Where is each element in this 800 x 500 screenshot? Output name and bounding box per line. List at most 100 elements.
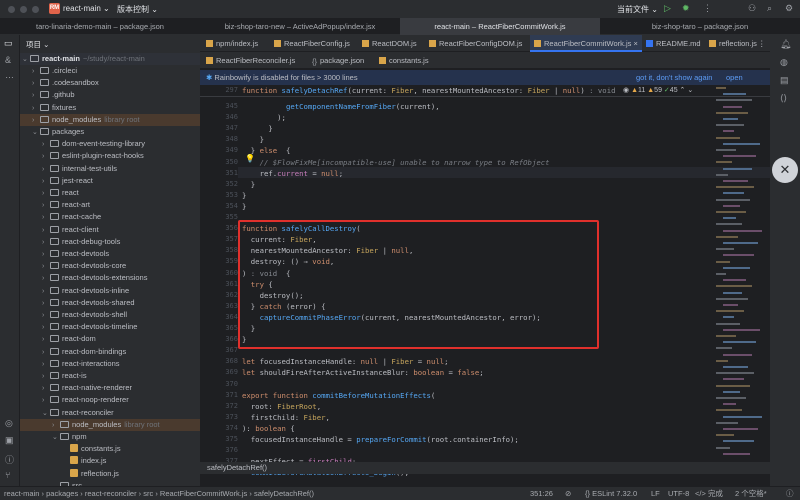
- chevron-icon[interactable]: ›: [32, 115, 40, 127]
- tree-item[interactable]: › react-cache: [20, 211, 200, 223]
- code-line[interactable]: root: FiberRoot,: [242, 401, 321, 412]
- indent-setting[interactable]: 2 个空格*: [735, 487, 767, 500]
- structure-icon[interactable]: &: [5, 55, 11, 65]
- more-icon[interactable]: ⋮: [703, 3, 712, 14]
- code-line[interactable]: let shouldFireAfterActiveInstanceBlur: b…: [242, 367, 484, 378]
- chevron-icon[interactable]: ›: [32, 103, 40, 115]
- lightbulb-icon[interactable]: 💡: [245, 154, 255, 163]
- minimap[interactable]: [712, 87, 766, 462]
- chevron-icon[interactable]: ›: [42, 310, 50, 322]
- chevron-icon[interactable]: ›: [32, 90, 40, 102]
- run-icon[interactable]: ▷: [664, 3, 671, 14]
- close-window-button[interactable]: [8, 6, 15, 13]
- tree-item[interactable]: › .circleci: [20, 65, 200, 77]
- chevron-icon[interactable]: ›: [42, 212, 50, 224]
- tree-item[interactable]: ⌄ packages: [20, 126, 200, 138]
- sticky-scroll-line[interactable]: 297 function safelyDetachRef(current: Fi…: [200, 85, 770, 97]
- inspection-widget[interactable]: ◉ ▲11 ▲59 ✓45 ⌃ ⌄: [623, 86, 693, 94]
- dismiss-banner-link[interactable]: got it, don't show again: [636, 70, 712, 85]
- tree-item[interactable]: › react-debug-tools: [20, 236, 200, 248]
- file-encoding[interactable]: UTF-8: [668, 487, 689, 500]
- code-line[interactable]: ): boolean {: [242, 423, 295, 434]
- chevron-icon[interactable]: ›: [42, 188, 50, 200]
- editor-tab[interactable]: constants.js: [375, 52, 433, 69]
- editor-tab[interactable]: ReactDOM.js: [358, 35, 421, 52]
- tree-item[interactable]: › dom-event-testing-library: [20, 138, 200, 150]
- code-line[interactable]: }: [242, 201, 246, 212]
- code-line[interactable]: getComponentNameFromFiber(current),: [242, 101, 440, 112]
- code-line[interactable]: firstChild: Fiber,: [242, 412, 330, 423]
- breadcrumb-item[interactable]: ReactFiberCommitWork.js: [160, 489, 247, 498]
- services-icon[interactable]: ◎: [5, 418, 13, 429]
- debug-icon[interactable]: ✹: [682, 3, 690, 14]
- tree-item[interactable]: › react-devtools-core: [20, 260, 200, 272]
- code-line[interactable]: ref.current = null;: [242, 168, 344, 179]
- tree-item[interactable]: › jest-react: [20, 175, 200, 187]
- code-line[interactable]: }: [242, 134, 264, 145]
- tree-item[interactable]: › react-dom-bindings: [20, 346, 200, 358]
- chevron-icon[interactable]: ⌄: [52, 432, 60, 444]
- tree-item[interactable]: ⌄ react-reconciler: [20, 407, 200, 419]
- cursor-position[interactable]: 351:26: [530, 487, 553, 500]
- tree-item[interactable]: › react-interactions: [20, 358, 200, 370]
- tree-item[interactable]: › react-devtools-shared: [20, 297, 200, 309]
- editor-tab[interactable]: ReactFiberConfig.js: [270, 35, 354, 52]
- chevron-icon[interactable]: ›: [42, 322, 50, 334]
- tree-item[interactable]: › react-native-renderer: [20, 382, 200, 394]
- tree-item[interactable]: › react-devtools-inline: [20, 285, 200, 297]
- chevron-icon[interactable]: ⌄: [42, 408, 50, 420]
- chevron-icon[interactable]: ›: [42, 395, 50, 407]
- breadcrumb-item[interactable]: react-main: [4, 489, 39, 498]
- problems-icon[interactable]: ⓘ: [5, 453, 14, 466]
- editor-tab[interactable]: ReactFiberConfigDOM.js: [425, 35, 526, 52]
- tree-item[interactable]: › .github: [20, 89, 200, 101]
- breadcrumb-item[interactable]: src: [143, 489, 153, 498]
- chevron-icon[interactable]: ›: [42, 261, 50, 273]
- git-icon[interactable]: ⑂: [5, 470, 10, 480]
- tree-item[interactable]: › .codesandbox: [20, 77, 200, 89]
- tree-item[interactable]: › internal-test-utils: [20, 163, 200, 175]
- editor-tab[interactable]: npm/index.js: [202, 35, 262, 52]
- maximize-window-button[interactable]: [32, 6, 39, 13]
- chevron-icon[interactable]: ›: [42, 383, 50, 395]
- tree-item[interactable]: › node_modules library root: [20, 418, 200, 432]
- minimize-window-button[interactable]: [20, 6, 27, 13]
- tree-item[interactable]: › react-dom: [20, 333, 200, 345]
- breadcrumb-item[interactable]: safelyDetachRef(): [254, 489, 314, 498]
- chevron-icon[interactable]: ›: [42, 225, 50, 237]
- tree-item[interactable]: index.js: [20, 455, 200, 467]
- window-tab[interactable]: biz-shop-taro-new – ActiveAdPopup/index.…: [200, 18, 400, 35]
- tree-item[interactable]: › fixtures: [20, 102, 200, 114]
- settings-icon[interactable]: ⚙: [785, 3, 793, 14]
- chevron-icon[interactable]: ›: [42, 359, 50, 371]
- search-icon[interactable]: ⌕: [767, 3, 772, 14]
- add-user-icon[interactable]: ⚇: [748, 3, 756, 14]
- tree-item[interactable]: constants.js: [20, 443, 200, 455]
- memory-indicator-icon[interactable]: ⓘ: [786, 487, 794, 500]
- tree-item[interactable]: › react-devtools-extensions: [20, 272, 200, 284]
- code-line[interactable]: focusedInstanceHandle = prepareForCommit…: [242, 434, 519, 445]
- line-separator[interactable]: LF: [651, 487, 660, 500]
- tree-item[interactable]: › react-art: [20, 199, 200, 211]
- chevron-icon[interactable]: ›: [42, 249, 50, 261]
- chevron-icon[interactable]: ›: [42, 334, 50, 346]
- tabs-more-icon[interactable]: ⋮: [758, 35, 766, 52]
- tree-item[interactable]: › eslint-plugin-react-hooks: [20, 150, 200, 162]
- chevron-icon[interactable]: ›: [52, 420, 60, 432]
- editor-tab[interactable]: README.md: [642, 35, 705, 52]
- code-breadcrumb[interactable]: safelyDetachRef(): [200, 462, 770, 474]
- tree-item[interactable]: › react-devtools: [20, 248, 200, 260]
- project-view-selector[interactable]: 项目 ⌄: [26, 39, 49, 50]
- chevron-icon[interactable]: ›: [42, 139, 50, 151]
- code-line[interactable]: }: [242, 179, 255, 190]
- code-line[interactable]: );: [242, 112, 286, 123]
- code-line[interactable]: }: [242, 123, 272, 134]
- breadcrumb-item[interactable]: react-reconciler: [85, 489, 137, 498]
- breadcrumb-item[interactable]: packages: [46, 489, 78, 498]
- code-line[interactable]: let focusedInstanceHandle: null | Fiber …: [242, 356, 449, 367]
- window-tab[interactable]: taro-linaria-demo-main – package.json: [0, 18, 200, 35]
- tree-item[interactable]: › react-client: [20, 224, 200, 236]
- tree-item[interactable]: › react-devtools-shell: [20, 309, 200, 321]
- window-tab-active[interactable]: react-main – ReactFiberCommitWork.js: [400, 18, 600, 35]
- chevron-icon[interactable]: ›: [42, 237, 50, 249]
